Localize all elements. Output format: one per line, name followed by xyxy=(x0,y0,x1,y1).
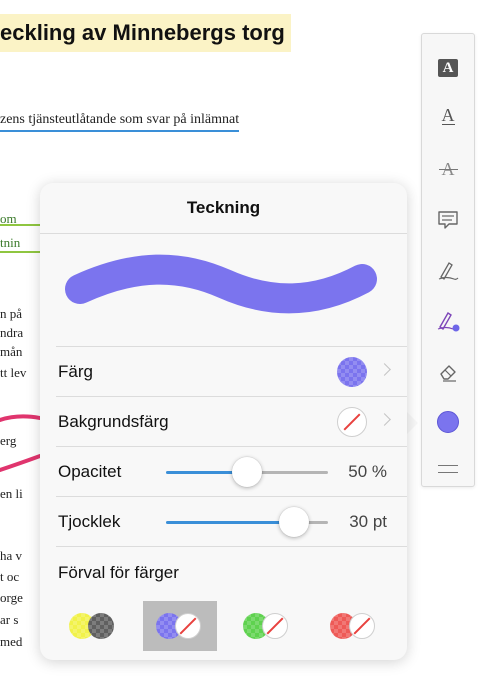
annotation-toolbar: A A A xyxy=(421,33,475,487)
drawing-tool[interactable] xyxy=(422,298,474,342)
text-fragment: erg xyxy=(0,433,17,448)
thickness-label: Tjocklek xyxy=(58,512,121,531)
opacity-value: 50 % xyxy=(348,462,387,481)
chevron-right-icon xyxy=(378,413,391,426)
text-fragment: tt lev xyxy=(0,365,27,380)
eraser-icon xyxy=(440,365,456,382)
text-fragment: ha v xyxy=(0,548,23,563)
background-color-row[interactable]: Bakgrundsfärg xyxy=(56,396,407,447)
text-box-tool[interactable]: A xyxy=(422,46,474,90)
highlight-line xyxy=(0,251,40,253)
background-color-label: Bakgrundsfärg xyxy=(58,412,169,431)
preset-green-none[interactable] xyxy=(230,601,304,651)
underline-tool[interactable]: A xyxy=(422,94,474,138)
preset-secondary-swatch xyxy=(175,613,201,639)
comment-tool[interactable] xyxy=(422,198,474,242)
text-fragment: ndra xyxy=(0,325,24,340)
signature-tool[interactable] xyxy=(422,248,474,292)
thickness-slider-fill xyxy=(166,521,294,524)
signature-icon xyxy=(438,262,459,280)
lines-icon xyxy=(438,465,458,473)
strikethrough-icon: A xyxy=(438,158,458,179)
strikethrough-tool[interactable]: A xyxy=(422,147,474,191)
opacity-row: Opacitet 50 % xyxy=(56,446,407,497)
underline-icon: A xyxy=(441,105,455,125)
toolbar-menu[interactable] xyxy=(422,447,474,491)
preset-secondary-swatch xyxy=(262,613,288,639)
popover-arrow xyxy=(407,412,418,434)
no-color-swatch[interactable] xyxy=(337,407,367,437)
chevron-right-icon xyxy=(378,363,391,376)
thickness-slider-thumb[interactable] xyxy=(278,507,309,537)
document-link-text[interactable]: zens tjänsteutlåtande som svar på inlämn… xyxy=(0,112,240,132)
stroke-preview xyxy=(65,254,377,314)
thickness-row: Tjocklek 30 pt xyxy=(56,496,407,547)
text-fragment: om xyxy=(0,211,17,226)
text-fragment: t oc xyxy=(0,569,20,584)
thickness-value: 30 pt xyxy=(349,512,387,531)
color-row[interactable]: Färg xyxy=(56,346,407,397)
color-swatch[interactable] xyxy=(337,357,367,387)
text-fragment: tnin xyxy=(0,235,21,250)
text-fragment: ar s xyxy=(0,612,19,627)
color-label: Färg xyxy=(58,362,93,381)
drawing-pen-icon xyxy=(437,312,460,332)
opacity-label: Opacitet xyxy=(58,462,122,481)
color-presets-label: Förval för färger xyxy=(58,563,179,582)
divider xyxy=(56,546,407,547)
text-fragment: en li xyxy=(0,486,23,501)
document-title: eckling av Minnebergs torg xyxy=(0,14,291,52)
opacity-slider-thumb[interactable] xyxy=(232,457,262,487)
text-fragment: mån xyxy=(0,344,23,359)
preset-red-none[interactable] xyxy=(317,601,391,651)
preset-secondary-swatch xyxy=(349,613,375,639)
popover-title: Teckning xyxy=(40,183,407,234)
preset-secondary-swatch xyxy=(88,613,114,639)
text-fragment: orge xyxy=(0,590,23,605)
color-tool[interactable] xyxy=(422,400,474,444)
comment-icon xyxy=(438,211,458,229)
color-dot-icon xyxy=(437,411,459,433)
preset-blue-none[interactable] xyxy=(143,601,217,651)
text-box-icon: A xyxy=(438,59,458,77)
text-fragment: n på xyxy=(0,306,23,321)
text-fragment: med xyxy=(0,634,23,649)
eraser-tool[interactable] xyxy=(422,350,474,394)
preset-yellow-gray[interactable] xyxy=(56,601,130,651)
drawing-settings-popover: Teckning Färg Bakgrundsfärg Opacitet 50 … xyxy=(40,183,407,660)
